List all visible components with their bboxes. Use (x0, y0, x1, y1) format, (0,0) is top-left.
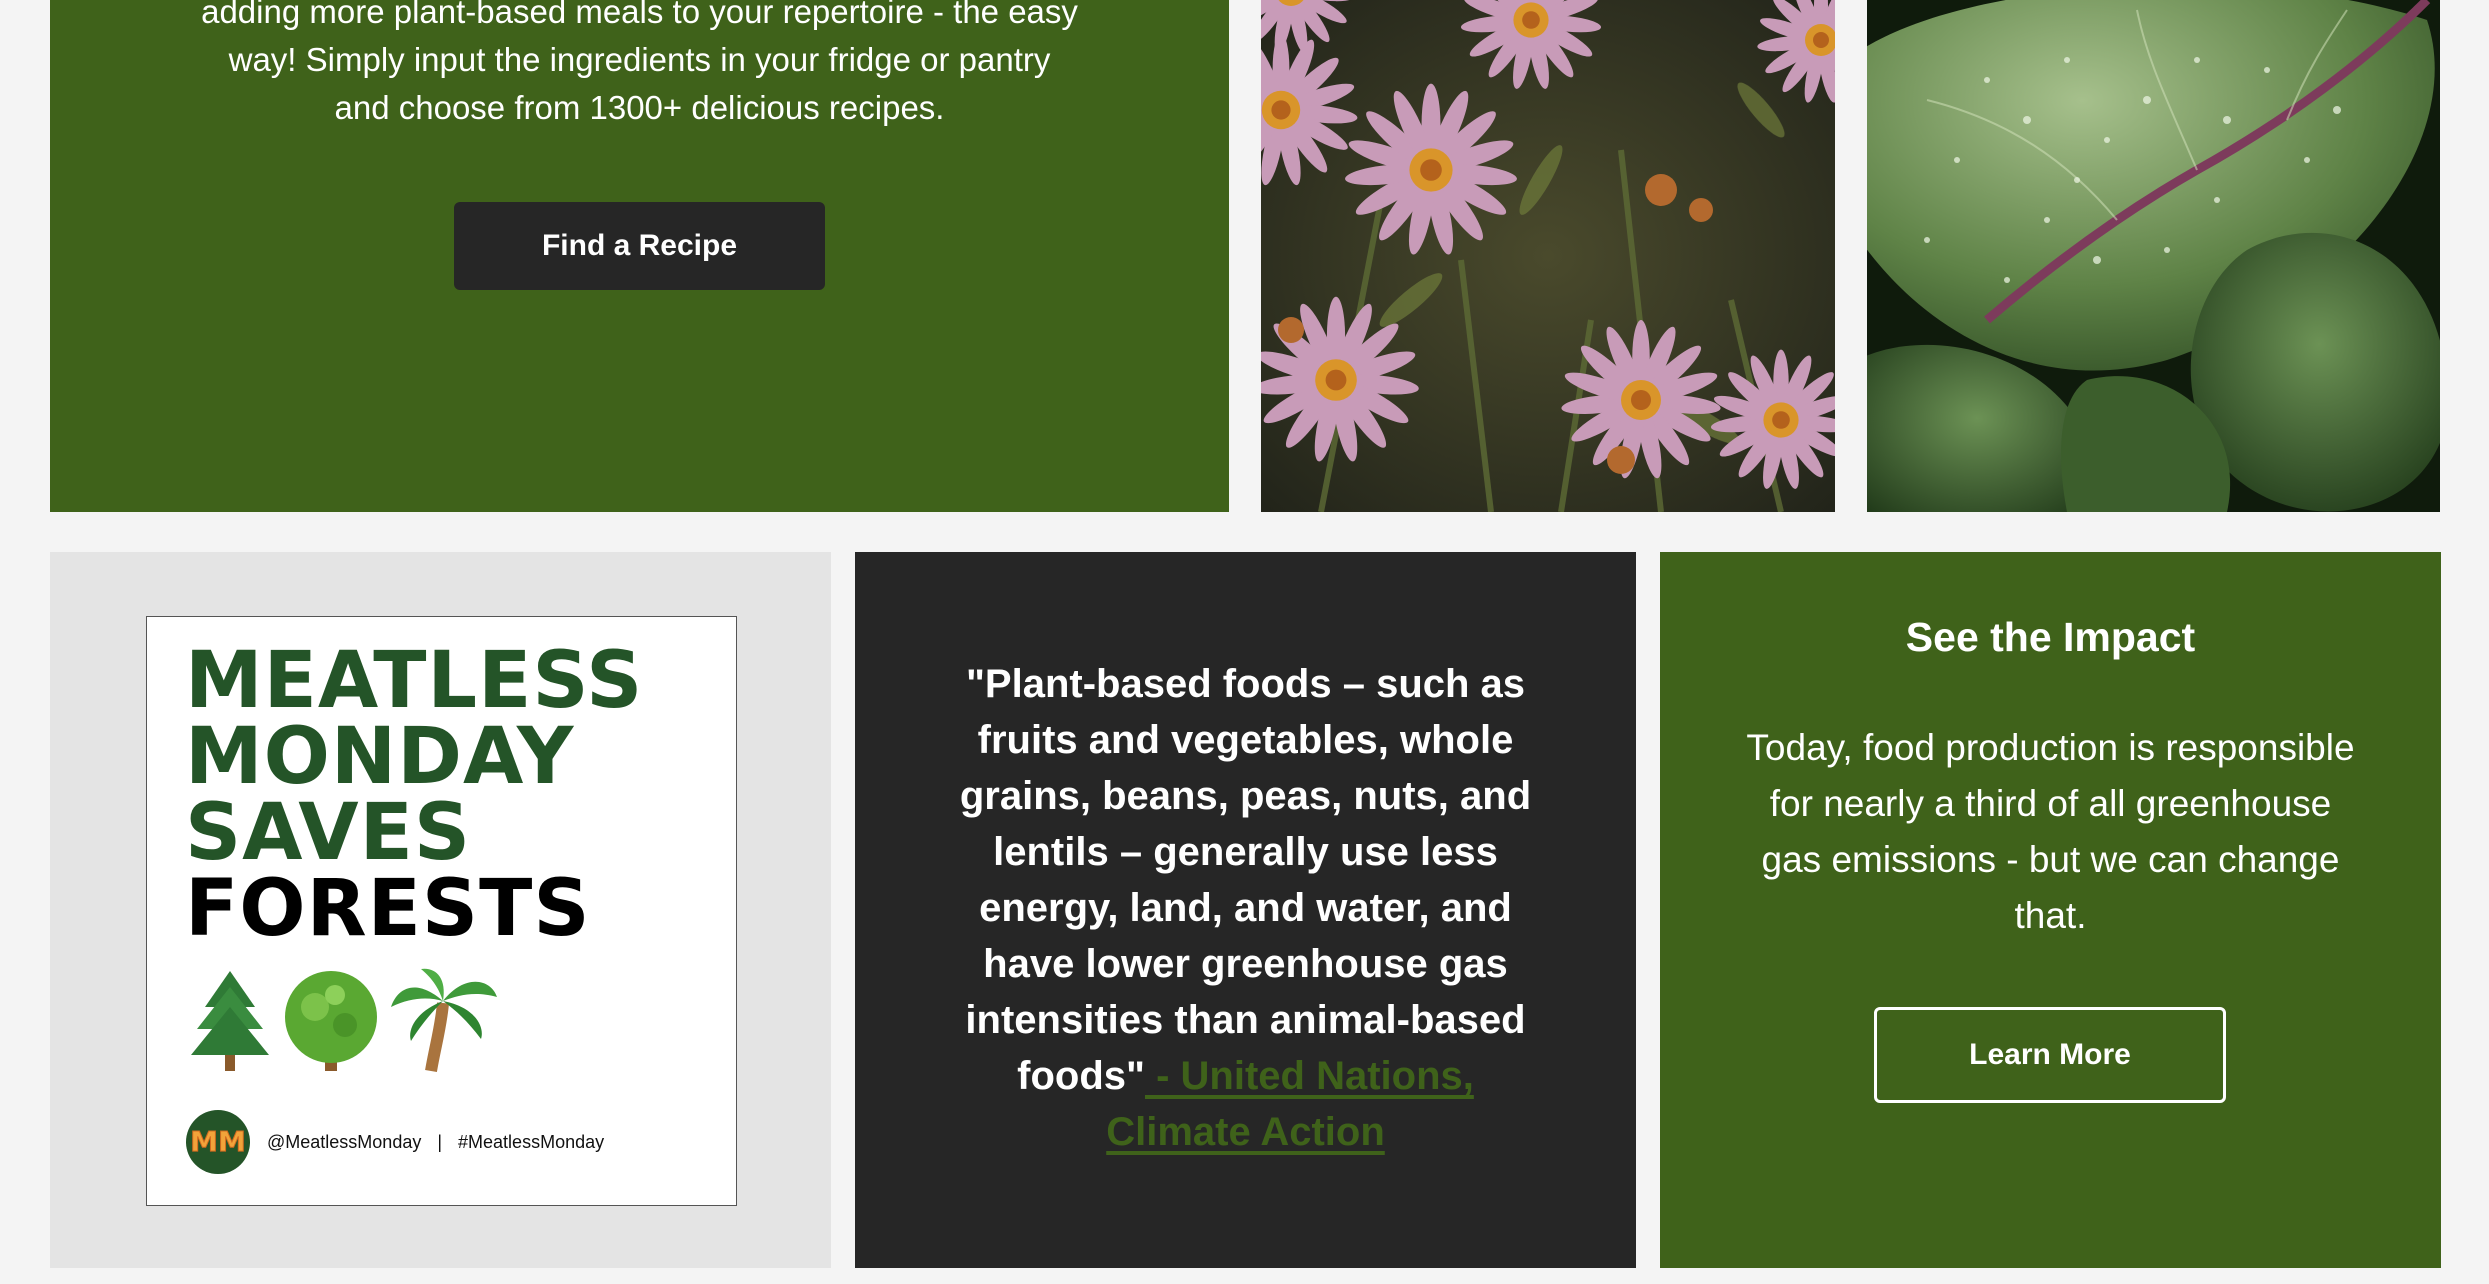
promo-separator: | (437, 1131, 443, 1152)
learn-more-button[interactable]: Learn More (1874, 1007, 2226, 1103)
palm-tree-icon (391, 968, 497, 1072)
meatless-monday-promo-panel: MEATLESS MONDAY SAVES FORESTS MM @Meatle… (50, 552, 831, 1268)
recipe-finder-panel: adding more plant-based meals to your re… (50, 0, 1229, 512)
recipe-finder-description: adding more plant-based meals to your re… (50, 0, 1229, 132)
see-the-impact-panel: See the Impact Today, food production is… (1660, 552, 2441, 1268)
promo-headline: MEATLESS MONDAY SAVES FORESTS (185, 636, 644, 954)
promo-footer: MM @MeatlessMonday | #MeatlessMonday (185, 1107, 604, 1177)
hero-line-2: way! Simply input the ingredients in you… (228, 41, 1051, 78)
find-a-recipe-button[interactable]: Find a Recipe (454, 202, 825, 290)
hero-line-3: and choose from 1300+ delicious recipes. (334, 89, 945, 126)
svg-text:MM: MM (190, 1125, 246, 1158)
flowers-image (1261, 0, 1835, 512)
deciduous-tree-icon (285, 971, 377, 1071)
impact-description: Today, food production is responsible fo… (1746, 727, 2355, 936)
un-quote: "Plant-based foods – such as fruits and … (945, 656, 1546, 1160)
impact-title: See the Impact (1905, 614, 2196, 660)
promo-hashtag: #MeatlessMonday (458, 1131, 605, 1152)
leafy-greens-image (1867, 0, 2440, 512)
quote-source-link[interactable]: - United Nations, Climate Action (1106, 1054, 1474, 1154)
quote-text: "Plant-based foods – such as fruits and … (959, 662, 1532, 1098)
evergreen-tree-icon (191, 971, 269, 1071)
quote-panel: "Plant-based foods – such as fruits and … (855, 552, 1636, 1268)
promo-headline-line-2: MONDAY (185, 712, 575, 802)
meatless-monday-graphic: MEATLESS MONDAY SAVES FORESTS MM @Meatle… (146, 616, 737, 1206)
hero-line-1: adding more plant-based meals to your re… (201, 0, 1078, 30)
promo-headline-line-4: FORESTS (185, 864, 591, 954)
meatless-monday-logo-icon: MM (186, 1110, 250, 1174)
promo-headline-line-3: SAVES (185, 788, 472, 878)
promo-handle: @MeatlessMonday (267, 1131, 422, 1152)
tree-emoji-row (185, 967, 505, 1077)
promo-headline-line-1: MEATLESS (185, 636, 644, 726)
